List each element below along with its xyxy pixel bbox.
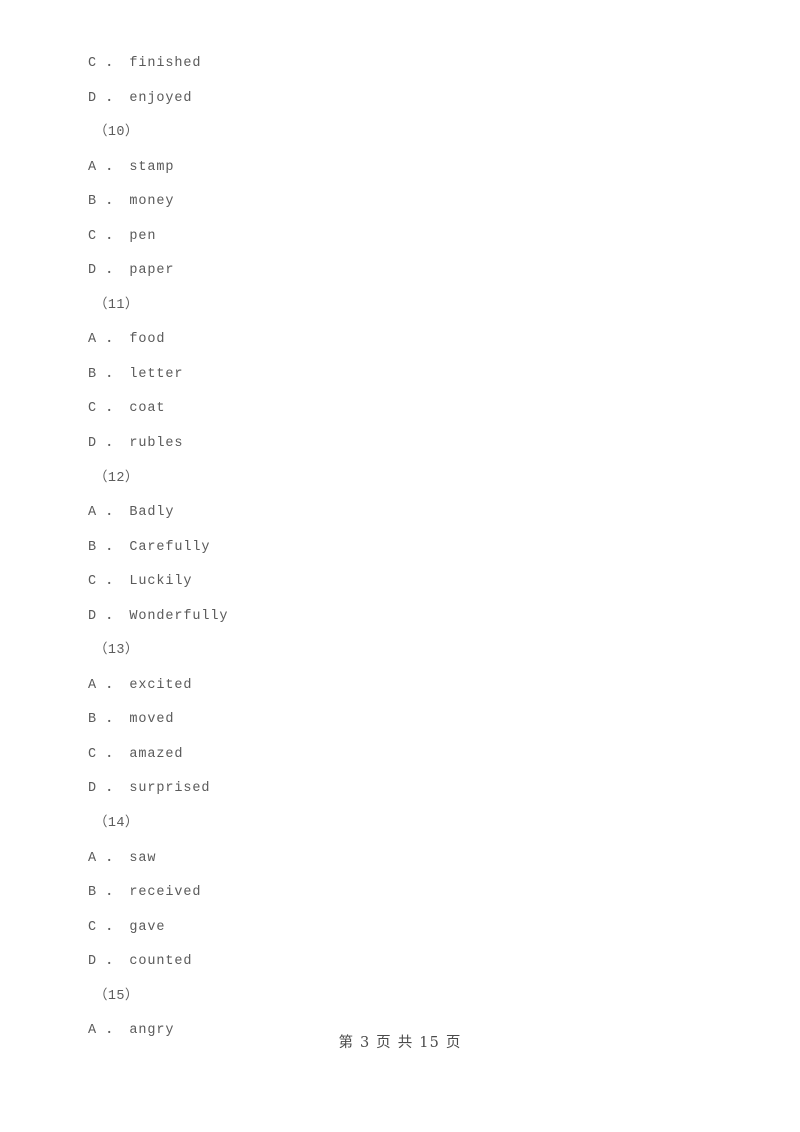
answer-option: D ． paper xyxy=(88,263,175,279)
answer-option: C ． Luckily xyxy=(88,574,193,590)
question-number: （11） xyxy=(94,297,139,313)
question-list: C ． finished D ． enjoyed （10） A ． stamp B ． … xyxy=(88,47,708,1049)
question-number: （12） xyxy=(94,470,139,486)
answer-option: C ． gave xyxy=(88,919,166,935)
answer-option: A ． excited xyxy=(88,677,193,693)
question-number: （10） xyxy=(94,125,139,141)
answer-option: A ． Badly xyxy=(88,505,175,521)
answer-option: B ． moved xyxy=(88,712,175,728)
question-number: （15） xyxy=(94,988,139,1004)
answer-option: B ． money xyxy=(88,194,175,210)
answer-option: D ． Wonderfully xyxy=(88,608,229,624)
page-footer: 第 3 页 共 15 页 xyxy=(338,1035,462,1051)
question-number: （13） xyxy=(94,643,139,659)
answer-option: B ． received xyxy=(88,885,202,901)
answer-option: D ． enjoyed xyxy=(88,90,193,106)
answer-option: C ． amazed xyxy=(88,746,184,762)
answer-option: D ． surprised xyxy=(88,781,211,797)
answer-option: B ． Carefully xyxy=(88,539,211,555)
answer-option: C ． pen xyxy=(88,228,157,244)
answer-option: A ． food xyxy=(88,332,166,348)
answer-option: C ． coat xyxy=(88,401,166,417)
question-number: （14） xyxy=(94,816,139,832)
answer-option: A ． stamp xyxy=(88,159,175,175)
answer-option: B ． letter xyxy=(88,366,184,382)
answer-option: D ． counted xyxy=(88,954,193,970)
document-page: C ． finished D ． enjoyed （10） A ． stamp B ． … xyxy=(0,0,800,1132)
answer-option: C ． finished xyxy=(88,56,202,71)
answer-option: A ． saw xyxy=(88,850,157,866)
answer-option: D ． rubles xyxy=(88,436,184,452)
